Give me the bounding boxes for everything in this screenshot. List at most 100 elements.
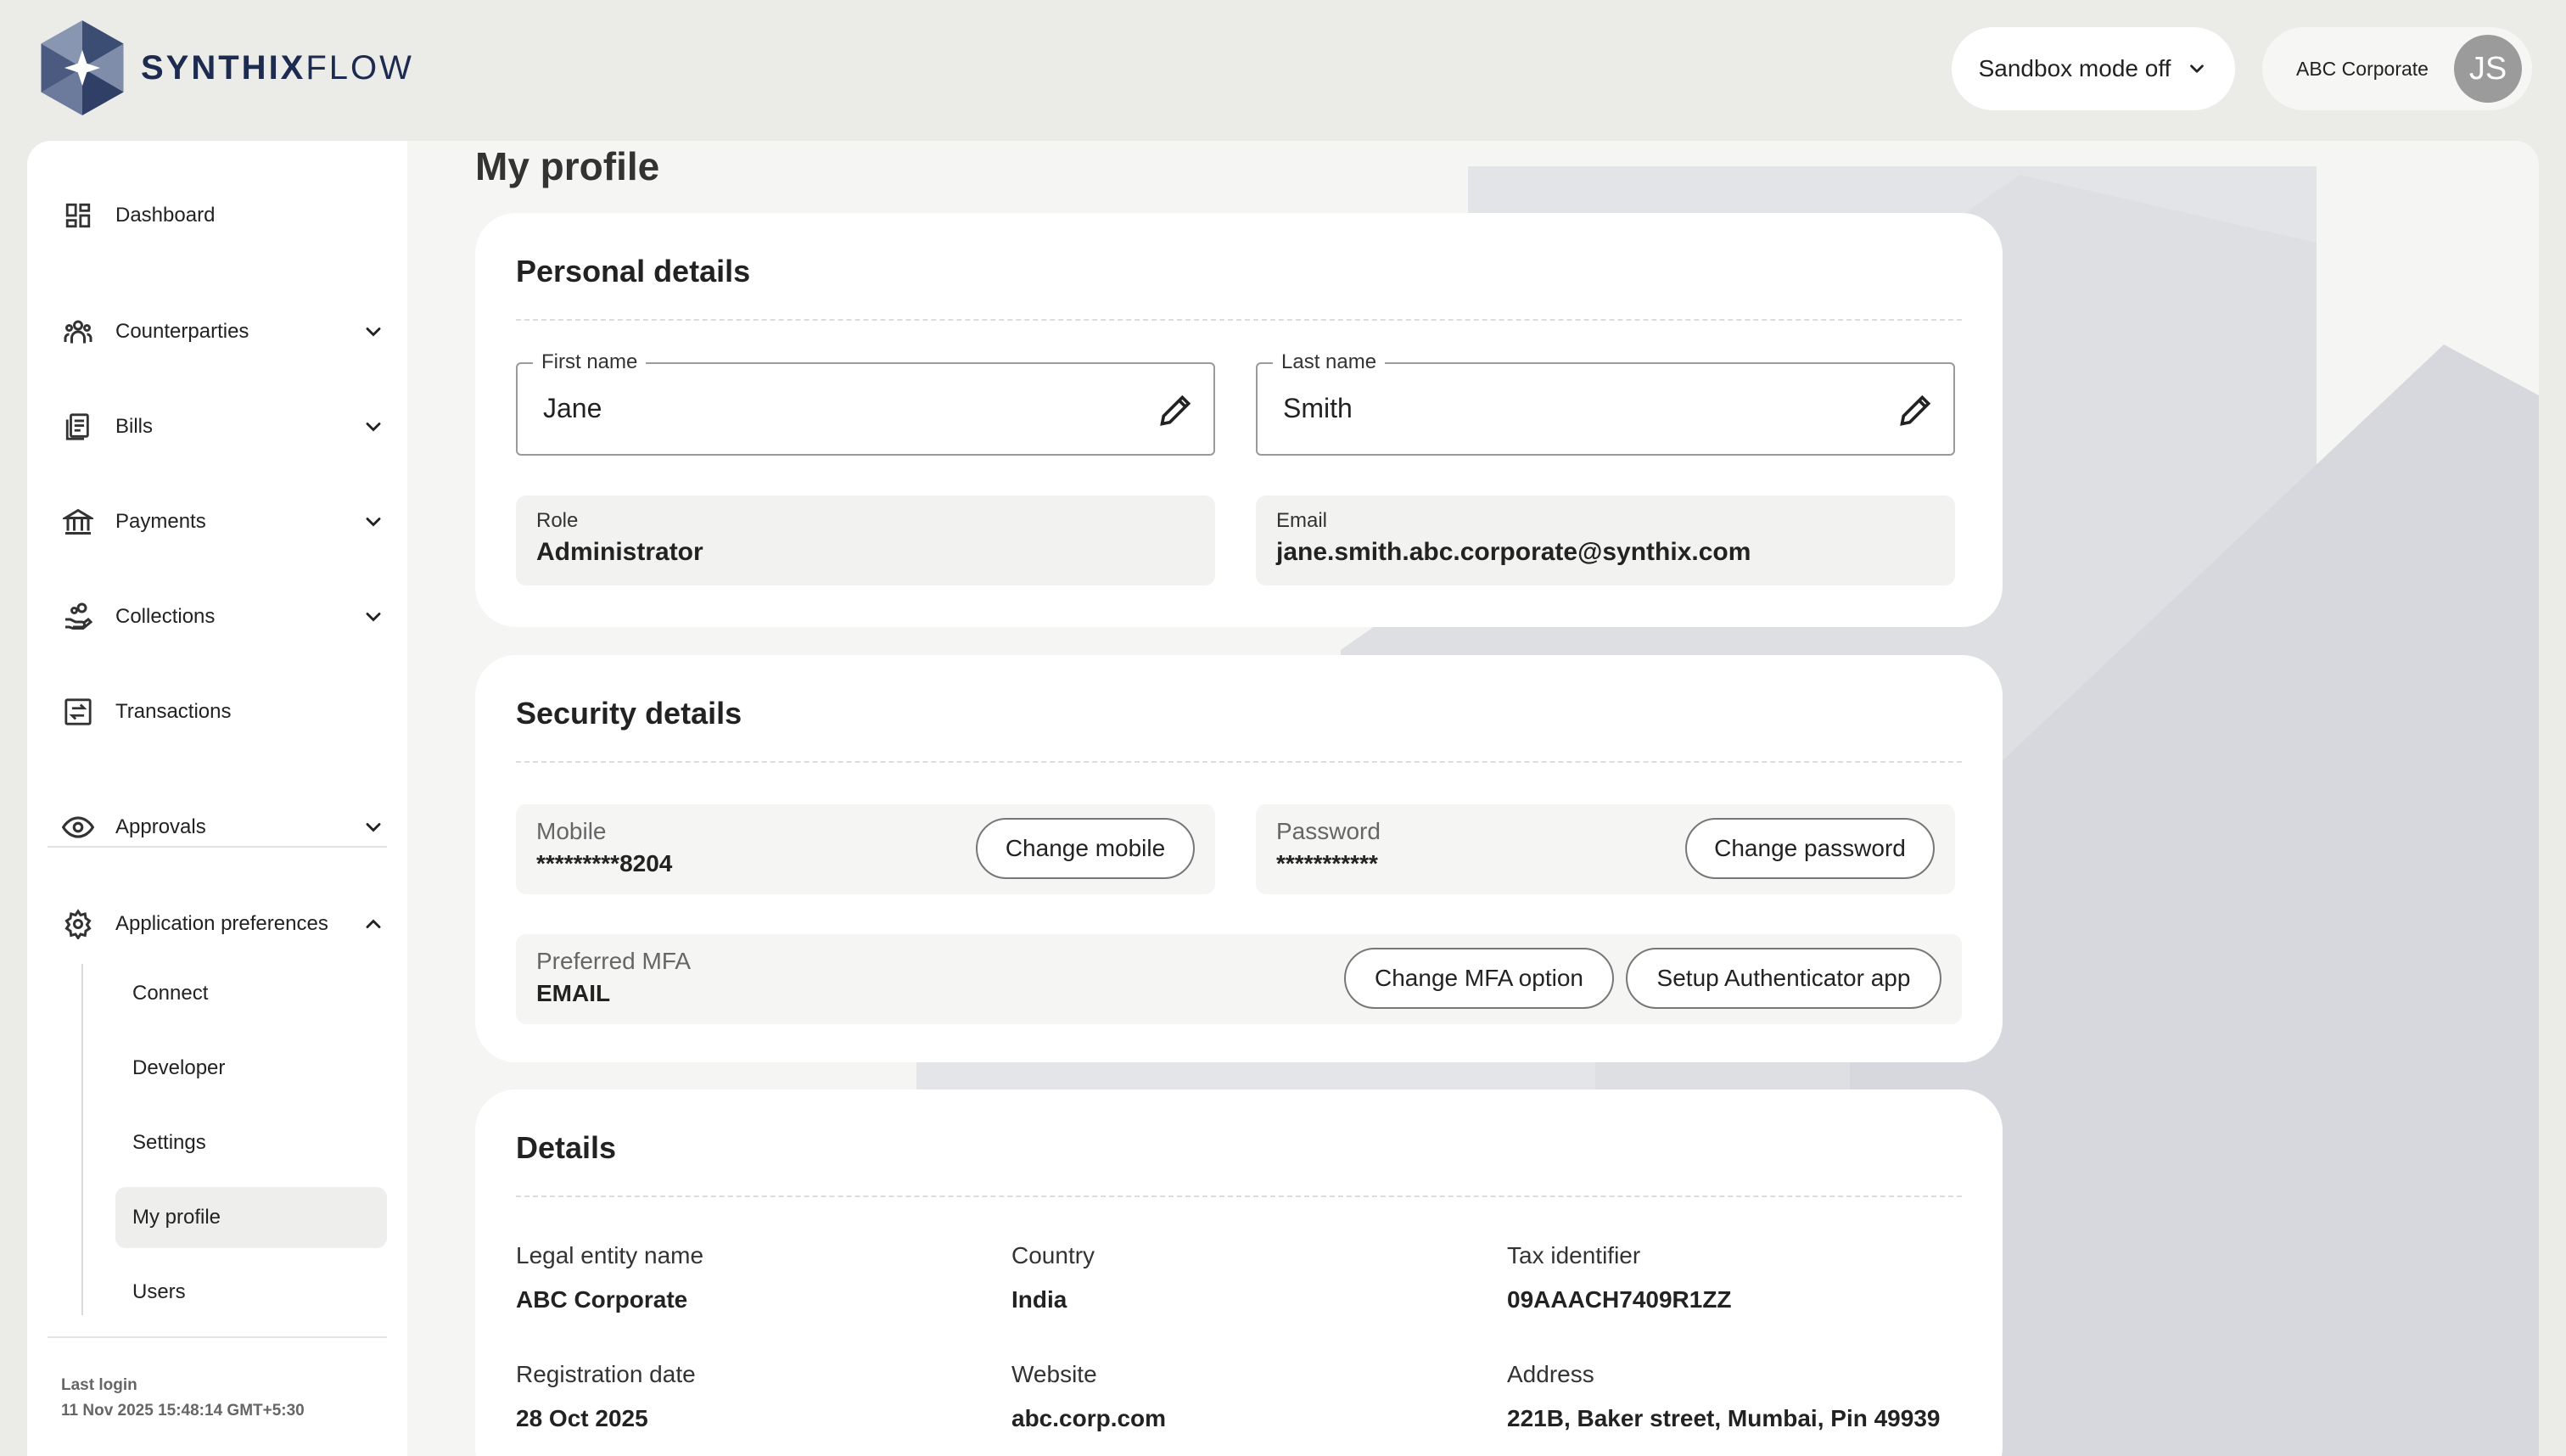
tax-identifier-label: Tax identifier	[1507, 1242, 1641, 1268]
sidebar-subitem-developer[interactable]: Developer	[115, 1038, 387, 1099]
address-value: 221B, Baker street, Mumbai, Pin 49939	[1507, 1405, 1941, 1431]
sidebar-divider	[48, 846, 387, 848]
chevron-down-icon	[366, 328, 381, 337]
hand-coins-icon	[61, 600, 95, 634]
mfa-row: Preferred MFA EMAIL Change MFA option Se…	[516, 934, 1962, 1024]
first-name-field[interactable]: First name Jane	[516, 350, 1215, 456]
personal-details-card: Personal details First name Jane Last na…	[475, 213, 2003, 627]
details-heading: Details	[516, 1130, 617, 1165]
change-password-button[interactable]: Change password	[1685, 818, 1935, 879]
registration-date-label: Registration date	[516, 1361, 696, 1387]
dashboard-icon	[61, 199, 95, 232]
legal-entity-label: Legal entity name	[516, 1242, 704, 1268]
account-name: ABC Corporate	[2296, 57, 2429, 80]
sidebar-item-label: Payments	[115, 510, 206, 533]
security-details-card: Security details Mobile *********8204 Ch…	[475, 655, 2003, 1062]
sidebar-item-label: Bills	[115, 415, 154, 438]
password-value: ***********	[1276, 850, 1378, 876]
role-label: Role	[536, 509, 579, 532]
sidebar-item-approvals[interactable]: Approvals	[61, 802, 401, 853]
sandbox-mode-label: Sandbox mode off	[1978, 55, 2171, 81]
sidebar-item-payments[interactable]: Payments	[61, 496, 401, 547]
transfer-icon	[61, 695, 95, 729]
sidebar-item-transactions[interactable]: Transactions	[61, 686, 401, 737]
brand-logo[interactable]: SYNTHIXFLOW	[37, 19, 414, 117]
brand-name: SYNTHIXFLOW	[141, 48, 414, 87]
last-name-field[interactable]: Last name Smith	[1256, 350, 1955, 456]
page-title: My profile	[475, 144, 660, 188]
sidebar-subitem-settings[interactable]: Settings	[115, 1112, 387, 1173]
sidebar-item-label: Collections	[115, 605, 216, 628]
chevron-down-icon	[366, 518, 381, 527]
email-display: Email jane.smith.abc.corporate@synthix.c…	[1256, 496, 1955, 585]
personal-details-heading: Personal details	[516, 254, 751, 288]
chevron-down-icon	[366, 423, 381, 432]
submenu-guide-line	[81, 964, 83, 1315]
first-name-value: Jane	[543, 393, 602, 423]
change-mfa-button[interactable]: Change MFA option	[1344, 948, 1614, 1009]
chevron-down-icon	[2190, 64, 2205, 73]
country-label: Country	[1011, 1242, 1095, 1268]
last-login-label: Last login	[61, 1376, 137, 1394]
sidebar-item-dashboard[interactable]: Dashboard	[61, 190, 401, 241]
registration-date-value: 28 Oct 2025	[516, 1405, 648, 1431]
sidebar-item-label: Transactions	[115, 700, 232, 723]
last-login-value: 11 Nov 2025 15:48:14 GMT+5:30	[61, 1402, 305, 1420]
sidebar-item-label: Approvals	[115, 815, 206, 838]
legal-entity-value: ABC Corporate	[516, 1286, 688, 1313]
website-label: Website	[1011, 1361, 1097, 1387]
email-label: Email	[1276, 509, 1328, 532]
main-content: My profile Personal details First name J…	[407, 141, 2539, 1456]
sidebar-item-counterparties[interactable]: Counterparties	[61, 306, 401, 357]
address-label: Address	[1507, 1361, 1594, 1387]
sidebar-item-label: Dashboard	[115, 204, 216, 227]
password-row: Password *********** Change password	[1256, 804, 1955, 894]
last-name-label: Last name	[1273, 350, 1386, 374]
sidebar-item-application-preferences[interactable]: Application preferences	[61, 899, 401, 949]
sidebar-divider	[48, 1336, 387, 1338]
sidebar-subitem-my-profile[interactable]: My profile	[115, 1187, 387, 1248]
role-value: Administrator	[536, 538, 703, 566]
sidebar-subitem-connect[interactable]: Connect	[115, 963, 387, 1024]
mfa-value: EMAIL	[536, 980, 611, 1006]
password-label: Password	[1276, 818, 1381, 844]
role-display: Role Administrator	[516, 496, 1215, 585]
sidebar-subitem-users[interactable]: Users	[115, 1262, 387, 1323]
details-card: Details Legal entity name ABC Corporate …	[475, 1089, 2003, 1456]
country-value: India	[1011, 1286, 1067, 1313]
sandbox-mode-dropdown[interactable]: Sandbox mode off	[1952, 27, 2235, 110]
sidebar-item-label: Application preferences	[115, 912, 328, 935]
last-name-value: Smith	[1283, 393, 1353, 423]
bill-icon	[61, 410, 95, 444]
chevron-up-icon	[366, 919, 381, 928]
pencil-icon[interactable]	[1157, 391, 1195, 428]
setup-authenticator-button[interactable]: Setup Authenticator app	[1626, 948, 1941, 1009]
mobile-row: Mobile *********8204 Change mobile	[516, 804, 1215, 894]
section-divider	[516, 319, 1962, 321]
account-switcher[interactable]: ABC Corporate JS	[2262, 27, 2532, 110]
chevron-down-icon	[366, 613, 381, 622]
section-divider	[516, 1196, 1962, 1197]
sidebar: Dashboard Counterparties Bills Payments …	[27, 141, 407, 1456]
avatar[interactable]: JS	[2454, 35, 2522, 103]
hexagon-logo-icon	[41, 20, 124, 115]
email-value: jane.smith.abc.corporate@synthix.com	[1276, 538, 1751, 566]
mobile-value: *********8204	[536, 850, 673, 876]
mobile-label: Mobile	[536, 818, 607, 844]
sidebar-item-collections[interactable]: Collections	[61, 591, 401, 642]
change-mobile-button[interactable]: Change mobile	[976, 818, 1195, 879]
first-name-label: First name	[533, 350, 647, 374]
bank-icon	[61, 505, 95, 539]
last-login: Last login 11 Nov 2025 15:48:14 GMT+5:30	[61, 1373, 305, 1424]
sidebar-item-label: Counterparties	[115, 320, 249, 343]
gear-icon	[61, 907, 95, 941]
security-details-heading: Security details	[516, 696, 742, 731]
website-value: abc.corp.com	[1011, 1405, 1167, 1431]
tax-identifier-value: 09AAACH7409R1ZZ	[1507, 1286, 1732, 1313]
chevron-down-icon	[366, 823, 381, 832]
pencil-icon[interactable]	[1897, 391, 1935, 428]
mfa-label: Preferred MFA	[536, 948, 692, 974]
sidebar-item-bills[interactable]: Bills	[61, 401, 401, 452]
section-divider	[516, 761, 1962, 763]
people-icon	[61, 315, 95, 349]
